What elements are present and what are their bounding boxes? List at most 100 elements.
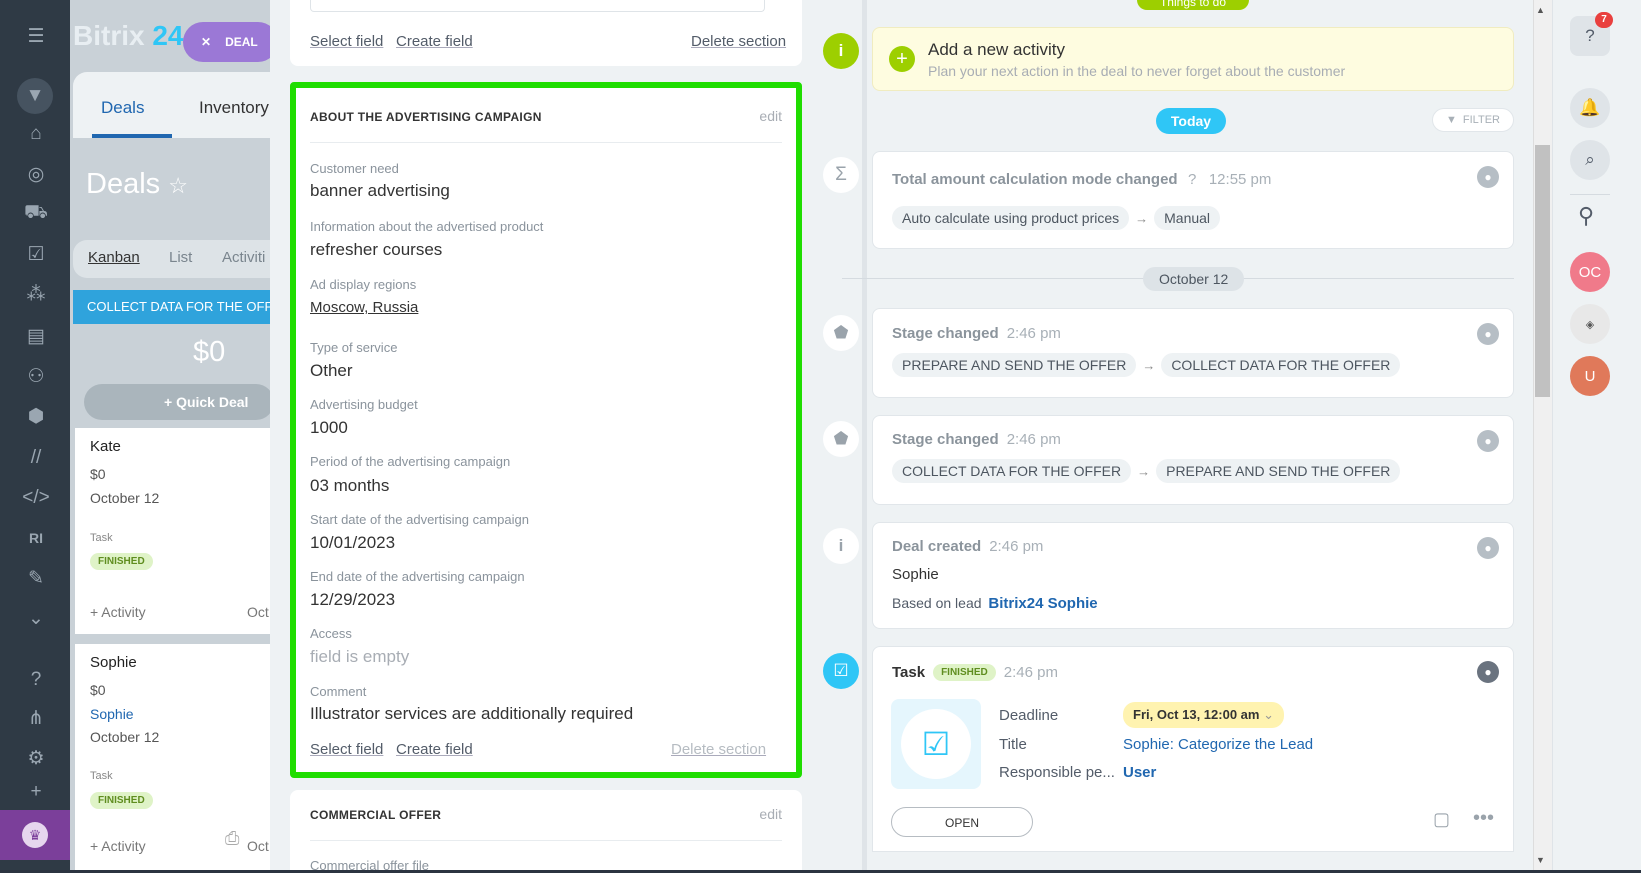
card-contact-link[interactable]: Sophie <box>90 706 134 722</box>
based-on-label: Based on lead <box>892 595 982 611</box>
card-name[interactable]: Kate <box>90 438 121 455</box>
box-icon[interactable]: ⬢ <box>22 402 50 430</box>
divider <box>1570 194 1610 195</box>
code-icon[interactable]: </> <box>22 484 50 512</box>
scroll-down-icon[interactable]: ▼ <box>1536 855 1545 865</box>
scrollbar[interactable] <box>1533 0 1552 870</box>
field-end-date[interactable]: 12/29/2023 <box>310 590 395 610</box>
responsible-link[interactable]: User <box>1123 764 1156 781</box>
deadline-selector[interactable]: Fri, Oct 13, 12:00 am ⌄ <box>1123 702 1284 728</box>
bell-icon[interactable]: 🔔 <box>1570 88 1610 128</box>
kanban-column-header: COLLECT DATA FOR THE OFFER <box>73 290 273 324</box>
select-field-link[interactable]: Select field <box>310 741 383 758</box>
help-icon[interactable]: ? <box>1188 171 1196 188</box>
edit-section-link[interactable]: edit <box>759 108 782 124</box>
tasks-icon[interactable]: ☑ <box>22 240 50 268</box>
timeline-line <box>862 0 867 870</box>
item-title: Stage changed <box>892 431 999 448</box>
tab-inventory[interactable]: Inventory <box>199 98 269 118</box>
view-kanban[interactable]: Kanban <box>88 249 140 266</box>
timeline-item: Total amount calculation mode changed ? … <box>872 151 1514 249</box>
ri-icon[interactable]: RI <box>22 524 50 552</box>
right-rail <box>1552 0 1641 870</box>
scroll-up-icon[interactable]: ▲ <box>1536 5 1545 15</box>
arrow-icon: → <box>1142 358 1156 373</box>
close-icon[interactable]: ✕ <box>201 35 211 49</box>
task-title-link[interactable]: Sophie: Categorize the Lead <box>1123 736 1313 753</box>
card-extra: Oct <box>247 604 269 620</box>
sign-icon[interactable]: ✎ <box>22 564 50 592</box>
card-name[interactable]: Sophie <box>90 654 137 671</box>
settings-icon[interactable]: ⚙ <box>22 744 50 772</box>
tab-deals[interactable]: Deals <box>101 98 144 118</box>
field-ad-budget[interactable]: 1000 <box>310 418 348 438</box>
field-comment[interactable]: Illustrator services are additionally re… <box>310 704 633 724</box>
field-start-date[interactable]: 10/01/2023 <box>310 533 395 553</box>
plus-icon[interactable]: + <box>22 778 50 806</box>
filter-button[interactable]: ▼ FILTER <box>1432 108 1514 132</box>
user-icon[interactable]: ● <box>1477 166 1499 188</box>
field-ad-regions[interactable]: Moscow, Russia <box>310 299 418 316</box>
deal-slider-label[interactable]: ✕ DEAL <box>183 22 278 62</box>
create-field-link[interactable]: Create field <box>396 741 473 758</box>
edit-section-link[interactable]: edit <box>759 806 782 822</box>
open-task-button[interactable]: OPEN <box>891 807 1033 837</box>
note-icon[interactable]: ▢ <box>1433 809 1450 830</box>
info-icon: i <box>823 528 859 564</box>
more-icon[interactable]: ••• <box>1473 807 1494 830</box>
select-field-link[interactable]: Select field <box>310 33 383 50</box>
network-icon[interactable]: ⁂ <box>22 280 50 308</box>
chat-search-icon[interactable]: ⌕ <box>1570 140 1610 180</box>
card-sum: $0 <box>90 682 106 698</box>
add-activity-title[interactable]: Add a new activity <box>928 40 1065 60</box>
upgrade-button[interactable]: ♛ <box>0 810 70 860</box>
item-title: Deal created <box>892 538 982 555</box>
deal-card[interactable]: Sophie $0 Sophie October 12 Task FINISHE… <box>75 644 275 870</box>
user-icon[interactable]: ● <box>1477 661 1499 683</box>
timeline-item: Stage changed 2:46 pm ● COLLECT DATA FOR … <box>872 415 1514 505</box>
add-activity-box[interactable]: + Add a new activity Plan your next acti… <box>872 27 1514 91</box>
create-field-link[interactable]: Create field <box>396 33 473 50</box>
help-icon[interactable]: ? <box>22 666 50 694</box>
avatar[interactable]: U <box>1570 356 1610 396</box>
section-title: COMMERCIAL OFFER <box>310 808 442 822</box>
contact-card-icon[interactable]: ▤ <box>22 322 50 350</box>
chevron-down-icon[interactable]: ⌄ <box>22 604 50 632</box>
menu-icon[interactable]: ☰ <box>22 22 50 50</box>
star-icon[interactable]: ☆ <box>168 173 188 198</box>
funnel-icon[interactable]: ▼ <box>17 78 53 114</box>
user-icon[interactable]: ● <box>1477 430 1499 452</box>
search-icon[interactable]: ⚲ <box>1578 203 1594 229</box>
scrollbar-thumb[interactable] <box>1535 145 1550 397</box>
delete-section-link[interactable]: Delete section <box>691 33 786 50</box>
field-customer-need[interactable]: banner advertising <box>310 181 450 201</box>
lead-link[interactable]: Bitrix24 Sophie <box>988 595 1097 612</box>
add-activity-link[interactable]: + Activity <box>90 838 146 854</box>
avatar[interactable]: OC <box>1570 252 1610 292</box>
item-header: Total amount calculation mode changed ? … <box>892 171 1271 189</box>
left-navigation: ☰ ▼ ⌂ ◎ ⛟ ☑ ⁂ ▤ ⚇ ⬢ // </> RI ✎ ⌄ ? ⋔ ⚙ … <box>0 0 70 870</box>
deal-card[interactable]: Kate $0 October 12 Task FINISHED + Activ… <box>75 428 275 634</box>
user-icon[interactable]: ● <box>1477 537 1499 559</box>
cart-icon[interactable]: ⛟ <box>22 200 50 228</box>
target-icon[interactable]: ◎ <box>22 160 50 188</box>
field-service-type[interactable]: Other <box>310 361 353 381</box>
add-icon[interactable]: + <box>889 46 915 72</box>
marketing-icon[interactable]: // <box>22 444 50 472</box>
field-access[interactable]: field is empty <box>310 647 409 667</box>
delete-section-link[interactable]: Delete section <box>671 741 766 758</box>
home-icon[interactable]: ⌂ <box>22 120 50 148</box>
view-list[interactable]: List <box>169 249 192 266</box>
field-campaign-period[interactable]: 03 months <box>310 476 389 496</box>
robot-icon[interactable]: ⚇ <box>22 362 50 390</box>
sitemap-icon[interactable]: ⋔ <box>22 704 50 732</box>
timeline-item: Deal created 2:46 pm ● Sophie Based on le… <box>872 522 1514 629</box>
user-icon[interactable]: ● <box>1477 323 1499 345</box>
view-activities[interactable]: Activiti <box>222 249 265 266</box>
add-activity-link[interactable]: + Activity <box>90 604 146 620</box>
avatar-image[interactable]: ◈ <box>1570 304 1610 344</box>
quick-deal-button[interactable]: + Quick Deal <box>84 384 274 420</box>
field-product-info[interactable]: refresher courses <box>310 240 442 260</box>
tab-active-indicator <box>92 134 172 138</box>
field-label: Ad display regions <box>310 277 417 292</box>
